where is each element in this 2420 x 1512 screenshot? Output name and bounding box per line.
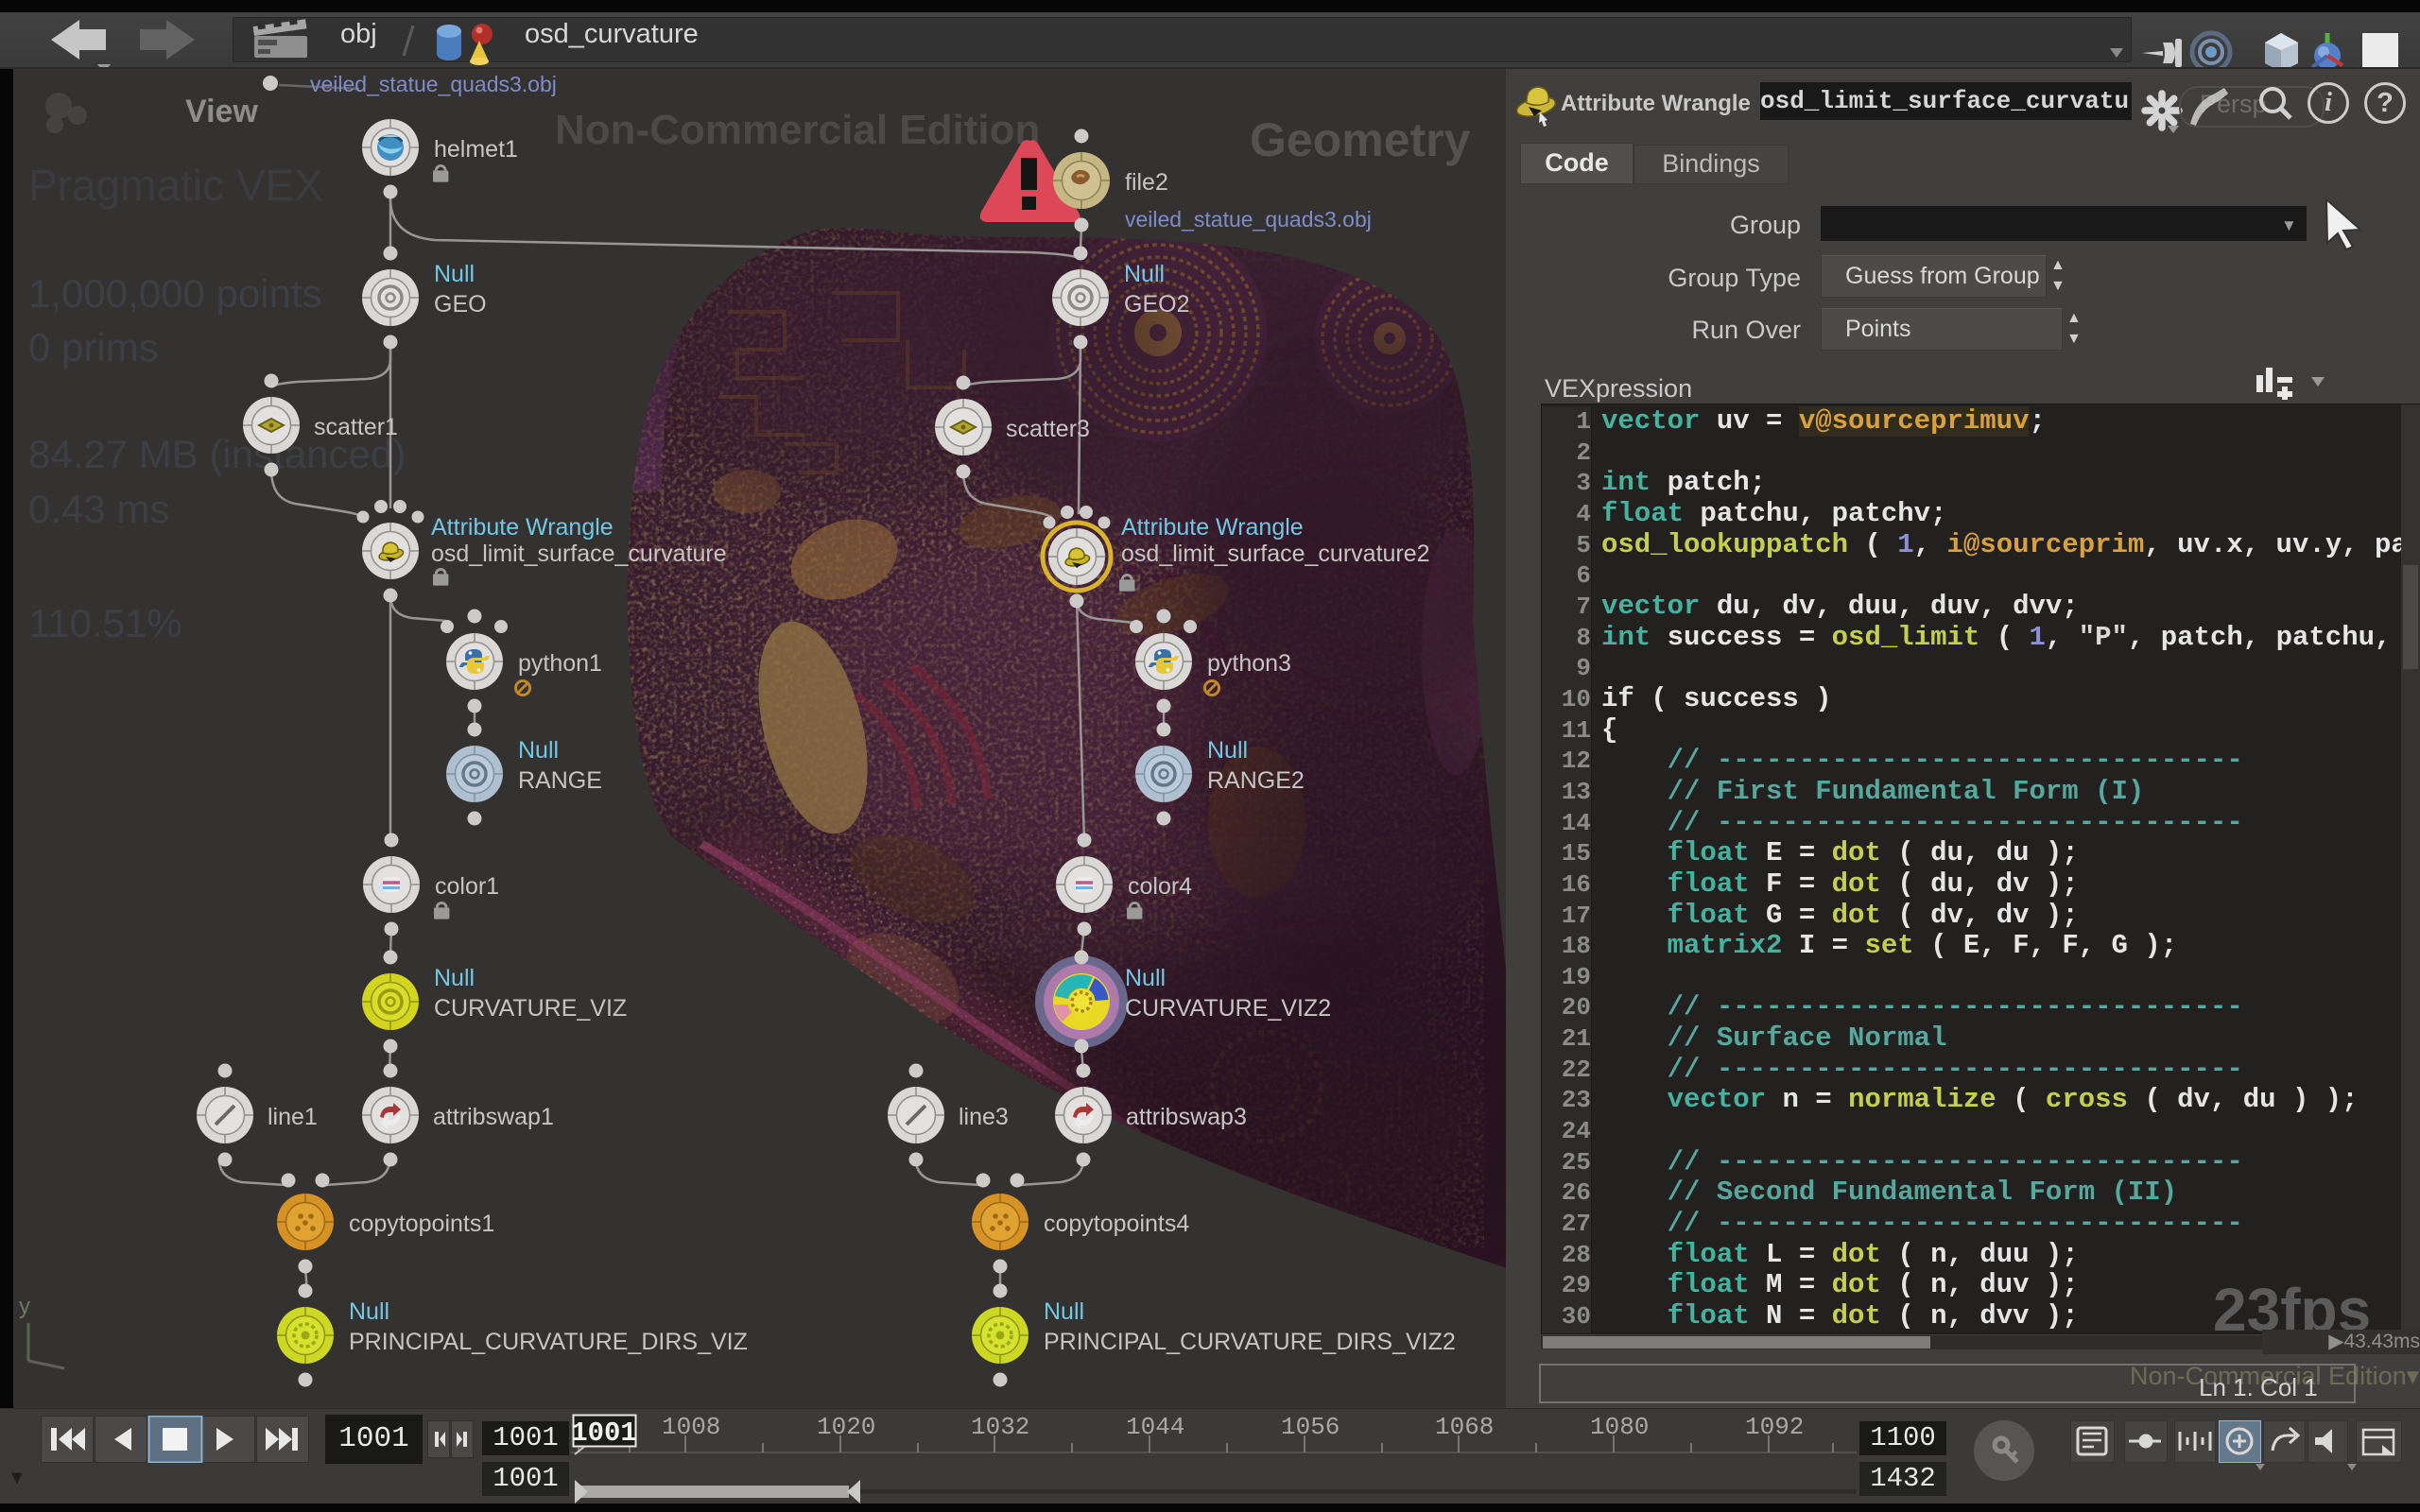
svg-text:helmet1: helmet1 — [434, 136, 518, 163]
svg-text:Null: Null — [518, 737, 559, 764]
svg-text:1,000,000 points: 1,000,000 points — [28, 271, 322, 316]
svg-text:Null: Null — [434, 965, 475, 991]
svg-text:Attribute Wrangle: Attribute Wrangle — [1121, 514, 1304, 541]
svg-text:Pragmatic VEX: Pragmatic VEX — [28, 161, 323, 210]
svg-text:attribswap3: attribswap3 — [1126, 1104, 1247, 1130]
svg-text:1001: 1001 — [571, 1418, 637, 1449]
svg-text:Non-Commercial Edition: Non-Commercial Edition — [555, 107, 1040, 153]
svg-text:110.51%: 110.51% — [28, 601, 182, 645]
svg-text:Null: Null — [1124, 261, 1165, 287]
svg-text:PRINCIPAL_CURVATURE_DIRS_VIZ2: PRINCIPAL_CURVATURE_DIRS_VIZ2 — [1044, 1329, 1456, 1355]
svg-text:python1: python1 — [518, 650, 602, 677]
svg-text:Geometry: Geometry — [1250, 113, 1471, 166]
svg-text:RANGE2: RANGE2 — [1207, 767, 1305, 794]
svg-text:attribswap1: attribswap1 — [433, 1104, 554, 1130]
svg-text:color1: color1 — [435, 873, 499, 900]
svg-text:copytopoints4: copytopoints4 — [1044, 1211, 1189, 1237]
svg-text:veiled_statue_quads3.obj: veiled_statue_quads3.obj — [310, 72, 557, 96]
svg-text:Null: Null — [434, 261, 475, 287]
svg-text:color4: color4 — [1128, 873, 1192, 900]
svg-text:scatter1: scatter1 — [314, 414, 398, 440]
svg-text:scatter3: scatter3 — [1006, 416, 1090, 442]
svg-text:RANGE: RANGE — [518, 767, 602, 794]
svg-text:0.43 ms: 0.43 ms — [28, 487, 169, 531]
svg-text:file2: file2 — [1125, 169, 1168, 196]
svg-text:Attribute Wrangle: Attribute Wrangle — [431, 514, 614, 541]
svg-text:y: y — [19, 1294, 30, 1319]
svg-text:Null: Null — [349, 1298, 389, 1325]
svg-text:copytopoints1: copytopoints1 — [349, 1211, 494, 1237]
svg-text:osd_limit_surface_curvature2: osd_limit_surface_curvature2 — [1121, 541, 1430, 567]
svg-text:CURVATURE_VIZ2: CURVATURE_VIZ2 — [1125, 995, 1331, 1022]
svg-text:Null: Null — [1125, 965, 1166, 991]
svg-text:GEO: GEO — [434, 291, 487, 318]
svg-text:line1: line1 — [268, 1104, 318, 1130]
svg-text:View: View — [185, 94, 258, 129]
svg-text:Null: Null — [1044, 1298, 1084, 1325]
svg-text:osd_limit_surface_curvature: osd_limit_surface_curvature — [431, 541, 727, 567]
svg-text:PRINCIPAL_CURVATURE_DIRS_VIZ: PRINCIPAL_CURVATURE_DIRS_VIZ — [349, 1329, 748, 1355]
svg-text:0 prims: 0 prims — [28, 325, 159, 369]
svg-text:line3: line3 — [959, 1104, 1009, 1130]
svg-text:python3: python3 — [1207, 650, 1291, 677]
svg-text:Null: Null — [1207, 737, 1248, 764]
svg-text:veiled_statue_quads3.obj: veiled_statue_quads3.obj — [1125, 207, 1372, 232]
svg-text:GEO2: GEO2 — [1124, 291, 1189, 318]
svg-text:CURVATURE_VIZ: CURVATURE_VIZ — [434, 995, 627, 1022]
